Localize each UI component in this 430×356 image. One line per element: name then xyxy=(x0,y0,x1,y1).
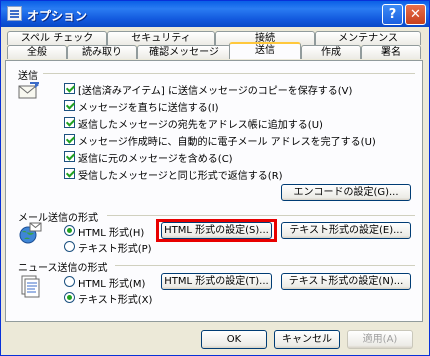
tab-maintenance[interactable]: メンテナンス xyxy=(315,31,421,45)
send-immediately-checkbox[interactable] xyxy=(64,100,75,111)
tab-receipts[interactable]: 確認メッセージ xyxy=(137,45,231,59)
reply-same-format-checkbox[interactable] xyxy=(64,168,75,179)
mail-text-label: テキスト形式(P) xyxy=(78,244,152,255)
apply-button[interactable]: 適用(A) xyxy=(347,330,413,349)
options-app-icon xyxy=(7,6,22,21)
auto-complete-address-checkbox[interactable] xyxy=(64,134,75,145)
add-reply-address-checkbox[interactable] xyxy=(64,117,75,128)
send-mail-icon xyxy=(18,82,39,99)
mail-format-separator xyxy=(107,215,415,216)
help-button[interactable]: ? xyxy=(382,4,403,25)
ok-button[interactable]: OK xyxy=(201,330,267,349)
news-html-settings-button[interactable]: HTML 形式の設定(T)... xyxy=(161,273,272,290)
options-dialog: オプション ? ✕ スペル チェック セキュリティ 接続 メンテナンス 全般 読… xyxy=(0,0,430,356)
mail-text-radio[interactable] xyxy=(64,241,75,252)
news-format-section-label: ニュース送信の形式 xyxy=(18,263,108,274)
news-html-radio[interactable] xyxy=(64,276,75,287)
include-original-checkbox[interactable] xyxy=(64,151,75,162)
send-immediately-label: メッセージを直ちに送信する(I) xyxy=(78,103,219,114)
close-button[interactable]: ✕ xyxy=(405,4,426,25)
send-section-separator xyxy=(43,73,415,74)
mail-html-label: HTML 形式(H) xyxy=(78,228,145,239)
send-section-label: 送信 xyxy=(18,71,38,82)
cancel-button[interactable]: キャンセル xyxy=(274,330,340,349)
tab-send[interactable]: 送信 xyxy=(229,42,301,59)
news-text-radio[interactable] xyxy=(64,292,75,303)
highlight-box xyxy=(156,219,277,242)
auto-complete-address-label: メッセージ作成時に、自動的に電子メール アドレスを完了する(U) xyxy=(78,137,376,148)
mail-html-radio[interactable] xyxy=(64,225,75,236)
title-bar[interactable]: オプション ? ✕ xyxy=(1,1,429,27)
news-text-settings-button[interactable]: テキスト形式の設定(N)... xyxy=(281,273,411,290)
tab-read[interactable]: 読み取り xyxy=(67,45,137,59)
news-text-label: テキスト形式(X) xyxy=(78,295,153,306)
news-html-label: HTML 形式(M) xyxy=(78,279,146,290)
news-format-separator xyxy=(115,265,415,266)
tab-security[interactable]: セキュリティ xyxy=(107,31,215,45)
save-sent-copy-label: [送信済みアイテム] に送信メッセージのコピーを保存する(V) xyxy=(78,86,353,97)
save-sent-copy-checkbox[interactable] xyxy=(64,83,75,94)
include-original-label: 返信に元のメッセージを含める(C) xyxy=(78,154,233,165)
tab-signature[interactable]: 署名 xyxy=(361,45,421,59)
reply-same-format-label: 受信したメッセージと同じ形式で返信する(R) xyxy=(78,171,283,182)
tab-general[interactable]: 全般 xyxy=(7,45,67,59)
tab-spell-check[interactable]: スペル チェック xyxy=(7,31,107,45)
mail-text-settings-button[interactable]: テキスト形式の設定(E)... xyxy=(281,222,411,239)
tab-compose[interactable]: 作成 xyxy=(301,45,361,59)
newsgroup-icon xyxy=(21,275,40,298)
window-title: オプション xyxy=(27,9,88,23)
encode-settings-button[interactable]: エンコードの設定(G)... xyxy=(281,184,411,201)
add-reply-address-label: 返信したメッセージの宛先をアドレス帳に追加する(U) xyxy=(78,120,323,131)
globe-mail-icon xyxy=(19,222,42,244)
